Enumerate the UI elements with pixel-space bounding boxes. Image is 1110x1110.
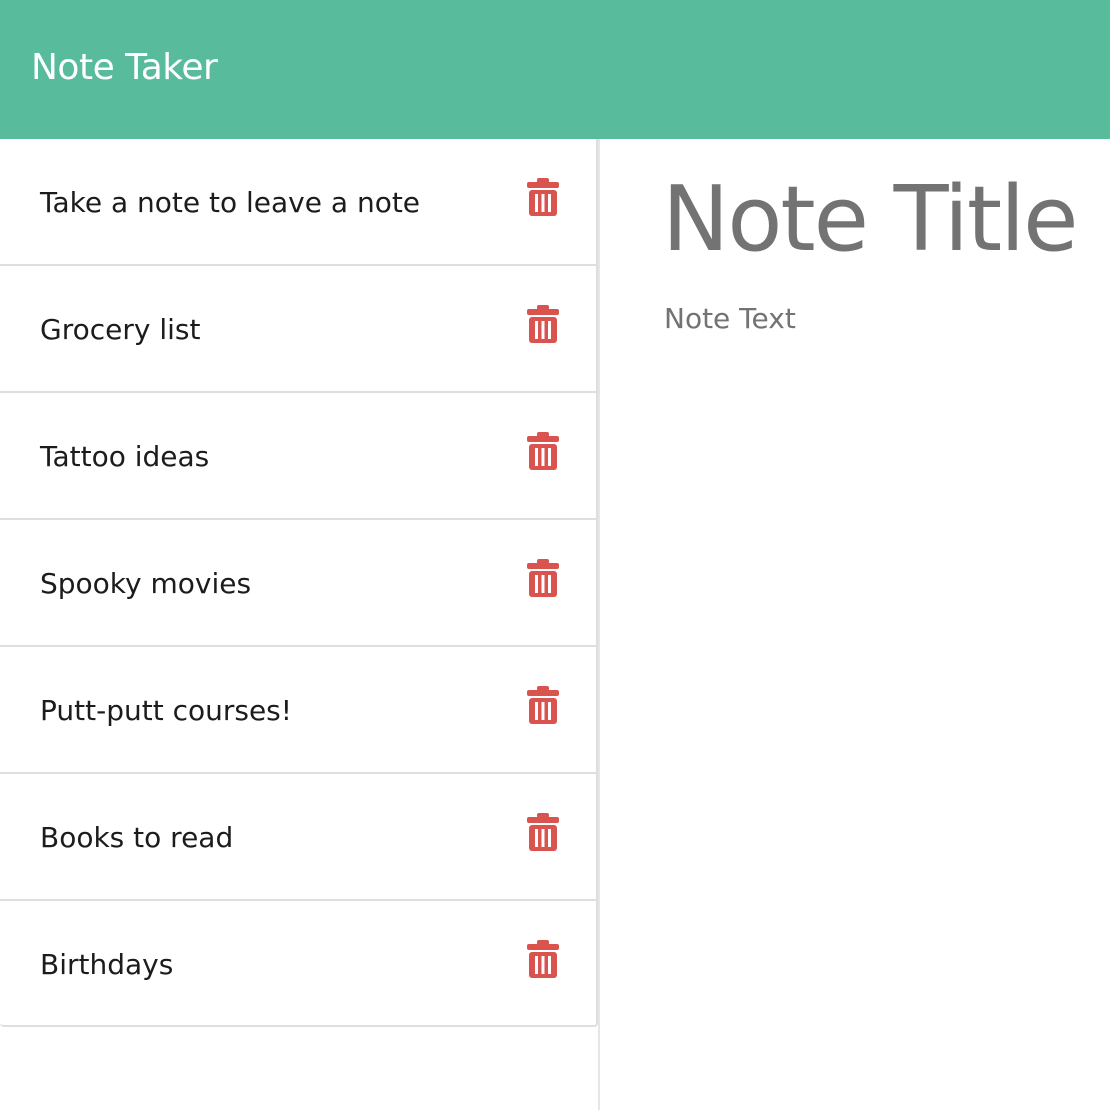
note-item-title[interactable]: Tattoo ideas	[40, 437, 209, 477]
list-item[interactable]: Take a note to leave a note	[0, 139, 596, 266]
list-item[interactable]: Grocery list	[0, 266, 596, 393]
note-editor	[600, 139, 1110, 1110]
note-item-title[interactable]: Spooky movies	[40, 564, 251, 604]
delete-note-button[interactable]	[524, 938, 562, 980]
note-item-title[interactable]: Take a note to leave a note	[40, 183, 420, 223]
list-item[interactable]: Putt-putt courses!	[0, 647, 596, 774]
note-item-title[interactable]: Grocery list	[40, 310, 200, 350]
trash-icon	[527, 559, 559, 597]
trash-icon	[527, 178, 559, 216]
delete-note-button[interactable]	[524, 303, 562, 345]
app-title[interactable]: Note Taker	[31, 45, 218, 91]
delete-note-button[interactable]	[524, 430, 562, 472]
note-title-input[interactable]	[662, 159, 1102, 279]
delete-note-button[interactable]	[524, 684, 562, 726]
trash-icon	[527, 813, 559, 851]
list-item[interactable]: Books to read	[0, 774, 596, 901]
delete-note-button[interactable]	[524, 176, 562, 218]
trash-icon	[527, 432, 559, 470]
delete-note-button[interactable]	[524, 557, 562, 599]
list-item[interactable]: Birthdays	[0, 901, 596, 1028]
note-item-title[interactable]: Birthdays	[40, 945, 173, 985]
note-text-input[interactable]	[664, 297, 1094, 897]
sidebar: Take a note to leave a note Grocery list…	[0, 139, 600, 1110]
list-item[interactable]: Tattoo ideas	[0, 393, 596, 520]
note-item-title[interactable]: Putt-putt courses!	[40, 691, 292, 731]
trash-icon	[527, 305, 559, 343]
delete-note-button[interactable]	[524, 811, 562, 853]
navbar: Note Taker	[0, 0, 1110, 139]
list-item[interactable]: Spooky movies	[0, 520, 596, 647]
note-item-title[interactable]: Books to read	[40, 818, 233, 858]
note-list: Take a note to leave a note Grocery list…	[0, 139, 598, 1027]
trash-icon	[527, 940, 559, 978]
trash-icon	[527, 686, 559, 724]
